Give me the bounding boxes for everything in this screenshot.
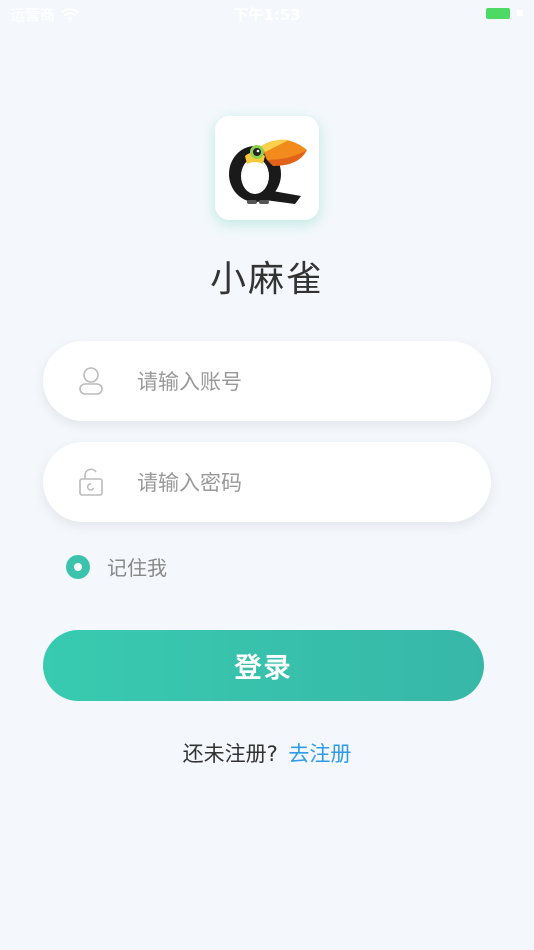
battery-cap-icon: ▪ <box>515 5 524 19</box>
account-input[interactable] <box>135 361 459 403</box>
password-input[interactable] <box>135 462 459 504</box>
battery-icon <box>486 8 510 19</box>
register-prompt: 还未注册? <box>182 742 278 766</box>
remember-me-toggle[interactable]: 记住我 <box>66 552 167 581</box>
register-prompt-line: 还未注册? 去注册 <box>0 738 534 768</box>
status-bar: 运营商 下午1:53 ▪ <box>0 0 534 28</box>
lock-icon <box>79 468 103 496</box>
register-link[interactable]: 去注册 <box>288 742 351 766</box>
remember-me-label: 记住我 <box>107 556 167 580</box>
status-time: 下午1:53 <box>233 6 301 24</box>
toucan-logo-icon <box>229 139 307 204</box>
app-logo <box>215 116 319 220</box>
remember-me-radio[interactable] <box>66 554 90 579</box>
password-field[interactable] <box>43 442 491 522</box>
account-field[interactable] <box>43 341 491 421</box>
app-title: 小麻雀 <box>209 259 324 300</box>
user-icon <box>79 367 103 395</box>
login-button[interactable]: 登录 <box>43 630 484 701</box>
